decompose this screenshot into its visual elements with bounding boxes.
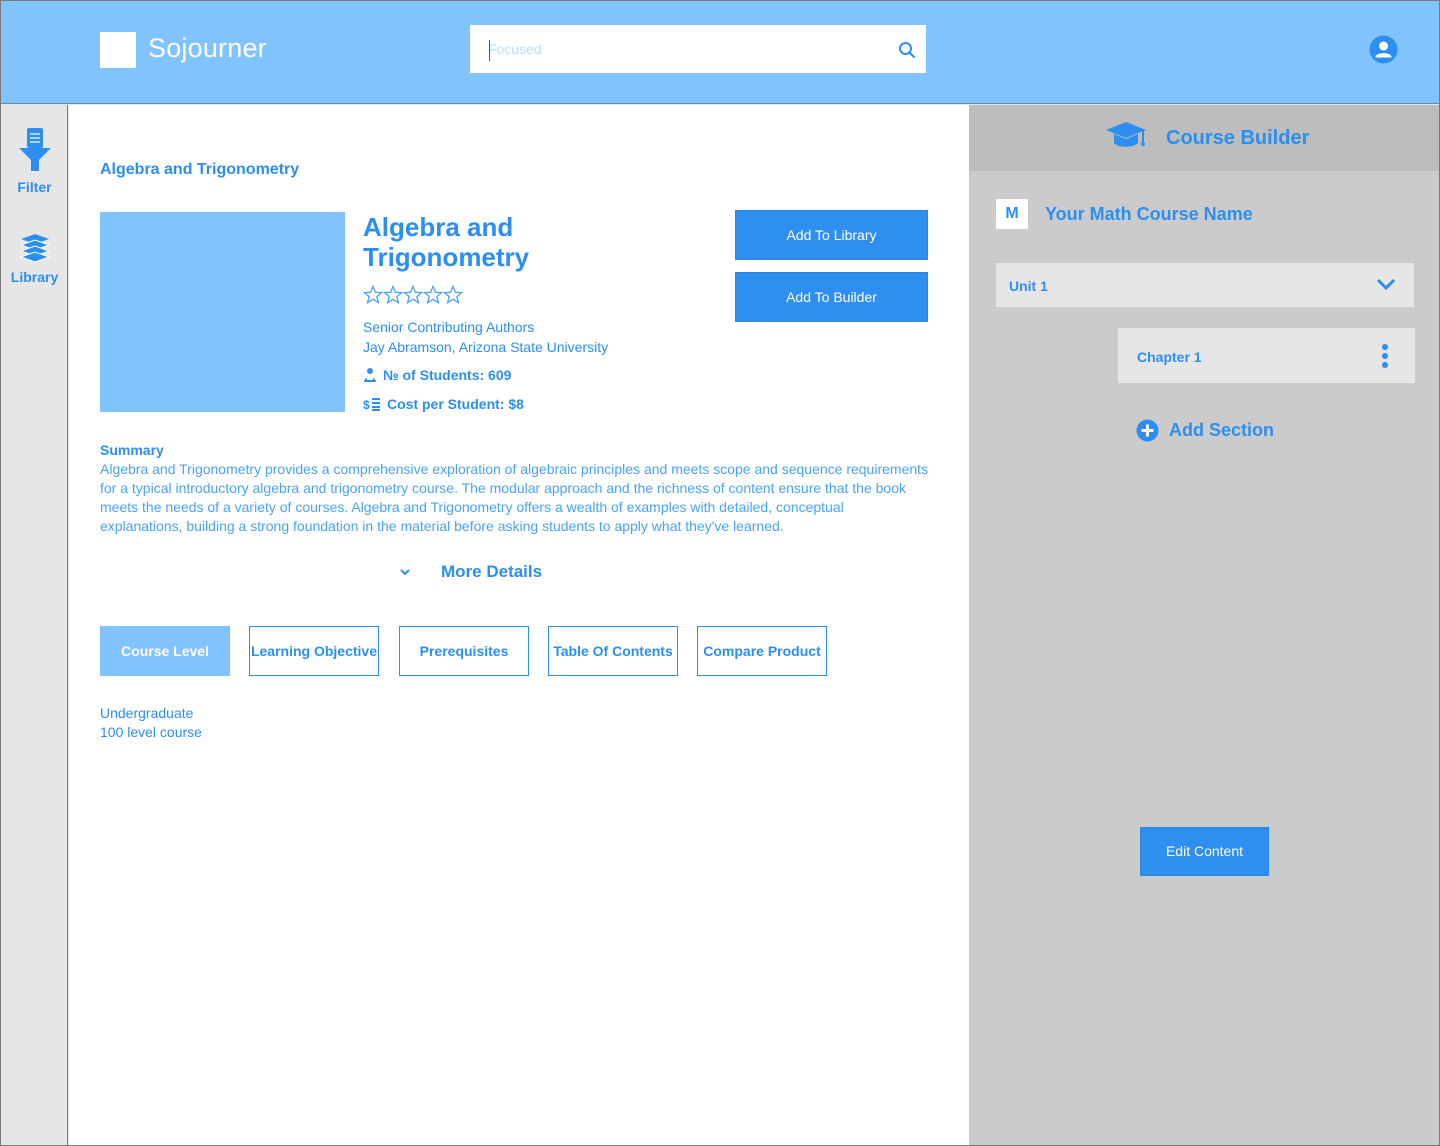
product-title: Algebra and Trigonometry	[363, 212, 530, 272]
builder-title: Course Builder	[1166, 127, 1310, 149]
logo-mark	[100, 32, 136, 68]
summary-text: Algebra and Trigonometry provides a comp…	[100, 461, 929, 534]
more-options-icon[interactable]	[1381, 343, 1389, 369]
tab-compare-product[interactable]: Compare Product	[697, 626, 827, 676]
text-cursor	[489, 40, 490, 61]
app-name: Sojourner	[148, 33, 267, 63]
plus-circle-icon	[1136, 419, 1159, 442]
authors-name: Jay Abramson, Arizona State University	[363, 339, 609, 355]
tab-table-of-contents[interactable]: Table Of Contents	[548, 626, 678, 676]
svg-text:$: $	[363, 398, 370, 411]
unit-row[interactable]: Unit 1	[996, 263, 1414, 307]
tab-learning-objective[interactable]: Learning Objective	[249, 626, 379, 676]
edit-content-button[interactable]: Edit Content	[1140, 827, 1269, 876]
students-count: № of Students: 609	[383, 367, 512, 383]
cost-icon: $	[363, 398, 380, 411]
add-to-library-button[interactable]: Add To Library	[735, 210, 928, 260]
course-builder-panel: Course Builder M Your Math Course Name U…	[969, 105, 1439, 1145]
search-icon[interactable]	[898, 41, 916, 59]
chapter-label: Chapter 1	[1137, 349, 1202, 365]
tab-prerequisites[interactable]: Prerequisites	[399, 626, 529, 676]
chapter-row[interactable]: Chapter 1	[1118, 328, 1415, 383]
filter-icon	[18, 128, 51, 171]
student-icon	[364, 368, 376, 382]
cost-per-student: Cost per Student: $8	[387, 396, 524, 412]
course-initial-badge: M	[996, 199, 1028, 229]
tab-course-level[interactable]: Course Level	[100, 626, 230, 676]
rail-item-label: Filter	[17, 179, 52, 195]
students-stat: № of Students: 609	[363, 367, 511, 383]
chevron-down-icon[interactable]	[1376, 275, 1396, 293]
account-avatar-icon[interactable]	[1369, 35, 1398, 64]
star-icon[interactable]	[383, 285, 403, 305]
more-details-toggle[interactable]: More Details	[399, 562, 542, 582]
chevron-down-icon	[400, 569, 410, 576]
unit-label: Unit 1	[1009, 278, 1048, 294]
breadcrumb[interactable]: Algebra and Trigonometry	[100, 161, 299, 179]
rail-item-label: Library	[10, 269, 59, 285]
rail-item-filter[interactable]: Filter	[1, 127, 68, 195]
star-icon[interactable]	[423, 285, 443, 305]
add-section-button[interactable]: Add Section	[1136, 419, 1274, 442]
add-section-label: Add Section	[1169, 420, 1275, 440]
star-icon[interactable]	[363, 285, 383, 305]
summary-label: Summary	[100, 442, 164, 458]
course-level-line: Undergraduate	[100, 705, 194, 721]
authors-label: Senior Contributing Authors	[363, 319, 535, 335]
star-rating[interactable]	[363, 285, 463, 305]
cost-stat: $ Cost per Student: $8	[363, 396, 524, 412]
graduation-cap-icon	[1106, 122, 1146, 147]
library-icon	[19, 234, 50, 263]
course-name[interactable]: Your Math Course Name	[1045, 204, 1253, 225]
search-box[interactable]	[470, 25, 926, 73]
product-detail: Algebra and Trigonometry Algebra and Tri…	[69, 105, 969, 1145]
course-level-line: 100 level course	[100, 724, 202, 740]
star-icon[interactable]	[443, 285, 463, 305]
search-input[interactable]	[488, 25, 888, 73]
add-to-builder-button[interactable]: Add To Builder	[735, 272, 928, 322]
more-details-label: More Details	[441, 562, 543, 581]
rail-item-library[interactable]: Library	[1, 233, 68, 285]
book-cover-image	[100, 212, 345, 412]
builder-header: Course Builder	[969, 105, 1439, 171]
left-rail: Filter Library	[1, 105, 68, 1145]
star-icon[interactable]	[403, 285, 423, 305]
